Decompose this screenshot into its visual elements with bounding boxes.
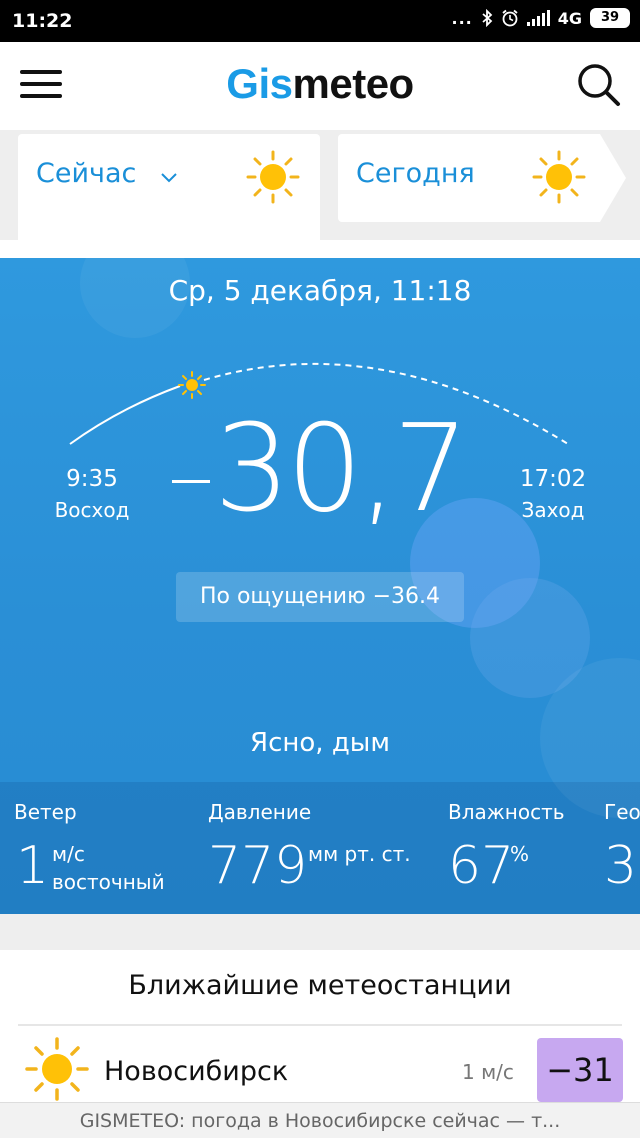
sun-icon	[246, 150, 300, 204]
chevron-down-icon	[161, 173, 177, 183]
tab-today-label: Сегодня	[356, 158, 475, 189]
sun-icon	[25, 1037, 89, 1101]
page-title-bar[interactable]: GISMETEO: погода в Новосибирске сейчас —…	[0, 1102, 640, 1138]
alarm-icon	[502, 9, 518, 27]
humidity-title: Влажность	[448, 800, 565, 824]
weather-params[interactable]: Ветер 1 м/с восточный Давление 779 мм рт…	[0, 782, 640, 914]
network-type: 4G	[557, 8, 582, 28]
status-time: 11:22	[12, 10, 73, 32]
sun-position-icon	[178, 371, 206, 399]
station-temperature: −31	[537, 1038, 623, 1102]
geo-title: Гео	[604, 800, 640, 824]
station-row[interactable]: Новосибирск 1 м/с −31	[0, 1026, 640, 1110]
geo-value: 3	[604, 836, 638, 896]
logo-part-gis: Gis	[226, 60, 293, 107]
temperature-value: 30,7	[214, 400, 469, 539]
wind-value: 1	[16, 836, 50, 896]
wind-title: Ветер	[14, 800, 77, 824]
section-gap	[0, 914, 640, 950]
sunset-time: 17:02	[519, 466, 587, 492]
wind-direction: восточный	[52, 870, 165, 894]
search-icon[interactable]	[574, 60, 624, 110]
status-bar: 11:22 ... 4G 39	[0, 0, 640, 42]
sunrise-label: Восход	[54, 498, 130, 522]
param-humidity: Влажность	[448, 800, 565, 824]
station-name: Новосибирск	[104, 1056, 289, 1087]
weather-condition: Ясно, дым	[250, 728, 390, 758]
pressure-value: 779	[208, 836, 308, 896]
battery-icon: 39	[590, 8, 630, 28]
feels-like-badge: По ощущению −36.4	[176, 572, 464, 622]
wind-unit: м/с	[52, 842, 85, 866]
bluetooth-icon	[482, 9, 493, 27]
sun-icon	[532, 150, 586, 204]
logo-part-meteo: meteo	[292, 60, 415, 107]
tab-today[interactable]: Сегодня	[338, 134, 626, 222]
forecast-tabs: Сейчас Сегодня	[0, 130, 640, 240]
pressure-unit: мм рт. ст.	[308, 842, 411, 866]
param-pressure: Давление	[208, 800, 311, 824]
param-wind: Ветер	[14, 800, 77, 824]
sunrise-info: 9:35 Восход	[42, 466, 142, 522]
stations-title: Ближайшие метеостанции	[128, 970, 512, 1001]
tab-now-label: Сейчас	[36, 158, 137, 189]
station-wind: 1 м/с	[462, 1060, 514, 1084]
pressure-title: Давление	[208, 800, 312, 824]
sunrise-time: 9:35	[66, 466, 118, 492]
humidity-value: 67	[448, 836, 515, 896]
param-geo: Гео	[604, 800, 640, 824]
sunset-label: Заход	[521, 498, 585, 522]
sunset-info: 17:02 Заход	[503, 466, 603, 522]
status-icons: ... 4G 39	[451, 8, 630, 28]
signal-icon	[526, 10, 550, 26]
app-header: Gismeteo	[0, 42, 640, 130]
more-dots-icon: ...	[451, 8, 473, 28]
current-weather-panel: Ср, 5 декабря, 11:18 9:35 Восход 17:02 З…	[0, 258, 640, 914]
app-logo: Gismeteo	[0, 60, 640, 108]
humidity-unit: %	[510, 842, 530, 866]
temperature-minus-sign	[172, 480, 210, 483]
tab-now[interactable]: Сейчас	[18, 134, 320, 240]
